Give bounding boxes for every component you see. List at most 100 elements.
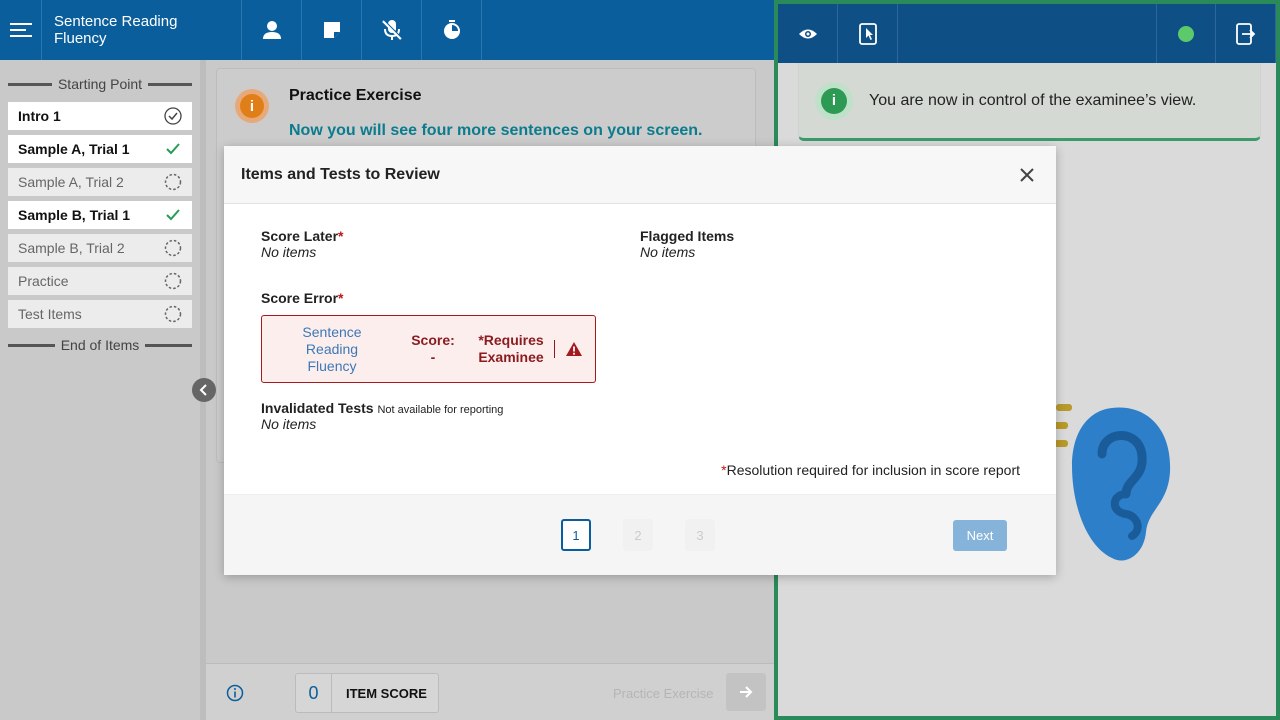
info-button[interactable] xyxy=(226,684,244,707)
pagination: 1 2 3 xyxy=(561,519,715,551)
sidebar-item-label: Sample A, Trial 1 xyxy=(18,141,130,157)
divider xyxy=(554,340,555,358)
score-later-section: Score Later* No items xyxy=(261,228,344,260)
score-error-test-link[interactable]: Sentence Reading Fluency xyxy=(262,324,402,375)
sidebar-item-sample-b-trial-1[interactable]: Sample B, Trial 1 xyxy=(8,201,192,229)
starting-point-label: Starting Point xyxy=(57,76,143,92)
connection-status xyxy=(1156,4,1216,63)
pending-icon xyxy=(164,173,182,191)
score-error-label: Score Error xyxy=(261,290,339,306)
score-error-score: Score: - xyxy=(402,332,464,366)
score-error-row[interactable]: Sentence Reading Fluency Score: - *Requi… xyxy=(261,315,596,383)
examiner-toolbar: Sentence Reading Fluency xyxy=(0,0,774,60)
score-label: Score: xyxy=(411,332,455,348)
pending-icon xyxy=(164,305,182,323)
dialog-title: Items and Tests to Review xyxy=(241,165,440,183)
dialog-header: Items and Tests to Review xyxy=(224,146,1056,204)
timer-button[interactable] xyxy=(422,0,482,60)
invalidated-tests-value: No items xyxy=(261,416,317,432)
flagged-items-value: No items xyxy=(640,244,696,260)
requires-line: Examinee xyxy=(478,349,544,365)
dialog-body: Score Later* No items Flagged Items No i… xyxy=(224,204,1056,494)
notes-button[interactable] xyxy=(302,0,362,60)
sidebar-item-sample-a-trial-1[interactable]: Sample A, Trial 1 xyxy=(8,135,192,163)
required-marker: * xyxy=(338,290,344,306)
sidebar-item-label: Sample B, Trial 1 xyxy=(18,207,131,223)
sidebar-item-label: Sample B, Trial 2 xyxy=(18,240,125,256)
pending-icon xyxy=(164,272,182,290)
info-icon: i xyxy=(815,81,853,120)
exit-examinee-button[interactable] xyxy=(1216,4,1276,63)
sidebar-item-sample-b-trial-2[interactable]: Sample B, Trial 2 xyxy=(8,234,192,262)
info-icon: i xyxy=(235,89,269,123)
test-name-line: Fluency xyxy=(307,357,357,374)
item-score-label: ITEM SCORE xyxy=(346,685,427,701)
collapse-sidebar-button[interactable] xyxy=(192,378,216,402)
flagged-items-section: Flagged Items No items xyxy=(640,228,734,260)
end-of-items-label: End of Items xyxy=(60,337,140,353)
status-dot-icon xyxy=(1178,25,1194,42)
examiner-footer: 0 ITEM SCORE Practice Exercise xyxy=(206,663,774,720)
score-later-label: Score Later xyxy=(261,228,339,244)
dialog-footer: 1 2 3 Next xyxy=(224,494,1056,575)
requires-examinee-note: *Requires Examinee xyxy=(470,332,552,366)
score-later-value: No items xyxy=(261,244,317,260)
timer-icon xyxy=(443,20,460,39)
resolution-note: *Resolution required for inclusion in sc… xyxy=(721,462,1020,478)
tablet-pointer-icon xyxy=(858,22,877,45)
view-button[interactable] xyxy=(778,4,838,63)
invalidated-tests-note: Not available for reporting xyxy=(377,404,504,416)
sidebar-item-label: Intro 1 xyxy=(18,108,61,124)
card-instruction: Now you will see four more sentences on … xyxy=(289,122,703,139)
score-value: - xyxy=(430,349,436,365)
circle-check-icon xyxy=(164,107,182,125)
menu-button[interactable] xyxy=(0,0,42,60)
sidebar-item-test-items[interactable]: Test Items xyxy=(8,300,192,328)
requires-line: *Requires xyxy=(478,332,544,348)
mic-off-icon xyxy=(381,19,402,40)
examinee-profile-button[interactable] xyxy=(242,0,302,60)
page-1-button[interactable]: 1 xyxy=(561,519,591,551)
item-score-value: 0 xyxy=(296,674,332,712)
control-notice-text: You are now in control of the examinee’s… xyxy=(869,91,1197,109)
sidebar-item-label: Practice xyxy=(18,273,69,289)
tablet-exit-icon xyxy=(1235,22,1255,45)
card-title: Practice Exercise xyxy=(289,87,422,104)
page-3-button[interactable]: 3 xyxy=(685,519,715,551)
person-icon xyxy=(262,21,281,39)
page-2-button[interactable]: 2 xyxy=(623,519,653,551)
close-button[interactable] xyxy=(1015,163,1039,187)
info-outline-icon xyxy=(226,684,244,702)
required-marker: * xyxy=(338,228,344,244)
flagged-items-label: Flagged Items xyxy=(640,228,735,244)
next-item-button[interactable] xyxy=(726,673,766,711)
chevron-left-icon xyxy=(199,384,207,396)
sidebar-item-practice[interactable]: Practice xyxy=(8,267,192,295)
control-tablet-button[interactable] xyxy=(838,4,898,63)
mute-button[interactable] xyxy=(362,0,422,60)
ear-icon xyxy=(1046,394,1176,569)
resolution-note-text: Resolution required for inclusion in sco… xyxy=(726,462,1020,478)
control-notice: i You are now in control of the examinee… xyxy=(798,63,1261,141)
check-icon xyxy=(164,206,182,224)
examinee-toolbar xyxy=(778,4,1276,63)
sidebar-item-label: Test Items xyxy=(18,306,82,322)
review-dialog: Items and Tests to Review Score Later* N… xyxy=(224,146,1056,575)
check-icon xyxy=(164,140,182,158)
eye-icon xyxy=(798,29,817,38)
sidebar-item-label: Sample A, Trial 2 xyxy=(18,174,124,190)
menu-icon xyxy=(9,23,32,37)
test-name-line: Reading xyxy=(305,340,359,357)
arrow-right-icon xyxy=(740,686,753,698)
next-button[interactable]: Next xyxy=(953,520,1007,551)
sidebar-item-sample-a-trial-2[interactable]: Sample A, Trial 2 xyxy=(8,168,192,196)
item-sidebar: Starting Point Intro 1 Sample A, Trial 1… xyxy=(0,60,200,720)
pending-icon xyxy=(164,239,182,257)
warning-icon xyxy=(563,341,585,357)
sidebar-item-intro-1[interactable]: Intro 1 xyxy=(8,102,192,130)
test-title: Sentence Reading Fluency xyxy=(42,0,242,60)
close-icon xyxy=(1020,167,1034,182)
note-icon xyxy=(323,22,340,38)
invalidated-tests-label: Invalidated Tests xyxy=(261,400,374,416)
test-name-line: Sentence xyxy=(302,323,362,340)
